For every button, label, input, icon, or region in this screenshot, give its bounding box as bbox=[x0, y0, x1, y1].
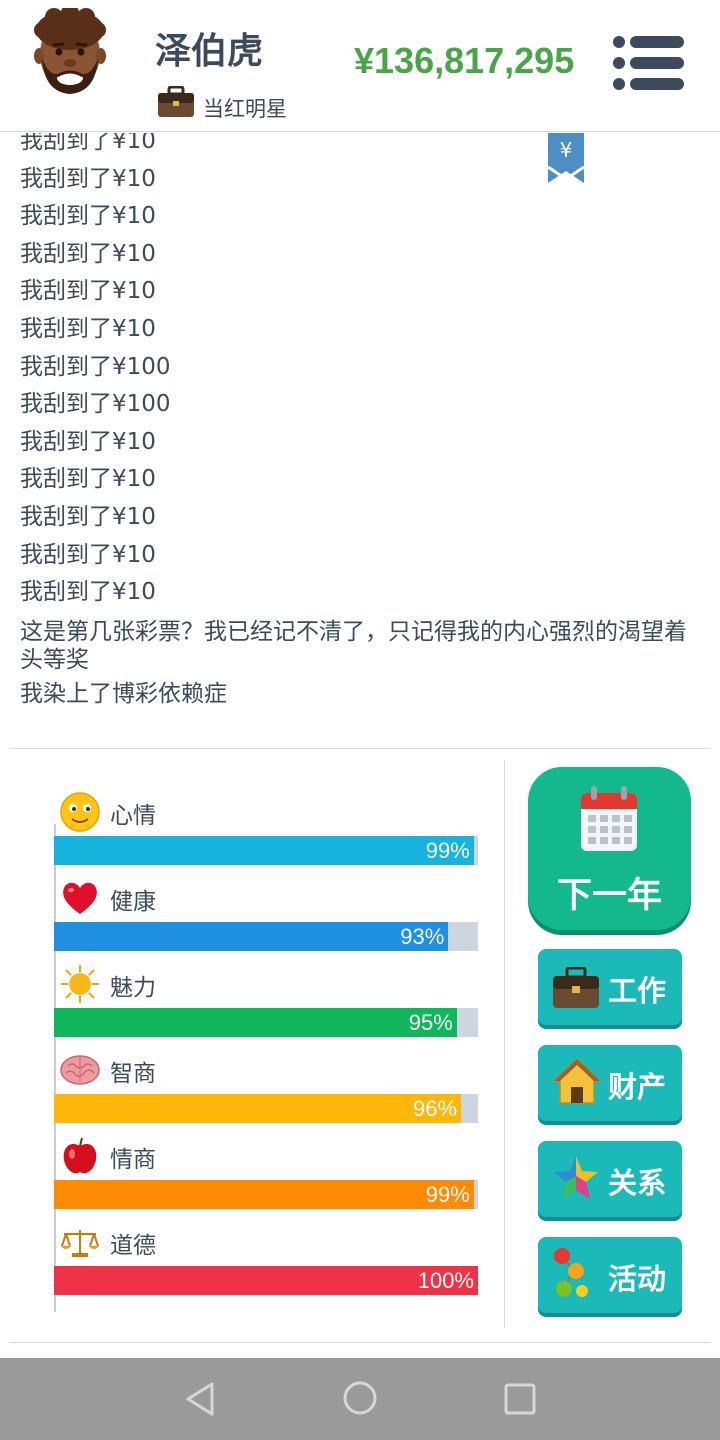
stat-bar-fill: 99% bbox=[54, 836, 474, 865]
briefcase-icon bbox=[553, 967, 599, 1008]
stat-value: 95% bbox=[408, 1010, 453, 1035]
column-divider bbox=[504, 760, 505, 1328]
assets-label: 财产 bbox=[608, 1070, 667, 1104]
stat-bar: 100% bbox=[54, 1266, 478, 1295]
apple-icon bbox=[63, 1137, 97, 1174]
stat-value: 99% bbox=[425, 1182, 470, 1207]
stat-bar-fill: 95% bbox=[54, 1008, 457, 1037]
stat-bar: 99% bbox=[54, 1180, 478, 1209]
log-entry: 我刮到了¥10 bbox=[20, 165, 156, 192]
stat-label: 健康 bbox=[110, 889, 156, 915]
stat-value: 100% bbox=[417, 1268, 474, 1293]
stat-charm: 魅力 95% bbox=[54, 952, 478, 1038]
stat-iq: 智商 96% bbox=[54, 1038, 478, 1124]
scales-icon bbox=[61, 1230, 99, 1257]
calendar-icon bbox=[581, 786, 637, 851]
stat-bar-fill: 100% bbox=[54, 1266, 478, 1295]
log-entry: 我刮到了¥100 bbox=[20, 353, 171, 380]
stat-value: 93% bbox=[400, 924, 445, 949]
section-divider bbox=[10, 1342, 710, 1343]
stat-bar-fill: 93% bbox=[54, 922, 449, 951]
smiley-icon bbox=[60, 792, 100, 832]
log-entry: 我刮到了¥10 bbox=[20, 278, 156, 305]
stat-label: 情商 bbox=[110, 1147, 156, 1173]
log-entry: 我刮到了¥10 bbox=[20, 133, 156, 154]
recent-apps-icon[interactable] bbox=[503, 1382, 537, 1416]
stat-bar: 96% bbox=[54, 1094, 478, 1123]
work-label: 工作 bbox=[608, 974, 667, 1008]
menu-list-icon[interactable] bbox=[610, 34, 686, 92]
event-log[interactable]: 我刮到了¥10 我刮到了¥10 我刮到了¥10 我刮到了¥10 我刮到了¥10 … bbox=[0, 133, 720, 713]
money-balance: ¥136,817,295 bbox=[354, 40, 575, 81]
svg-text:¥: ¥ bbox=[560, 138, 573, 162]
briefcase-icon bbox=[158, 86, 194, 117]
star-icon bbox=[554, 1156, 598, 1199]
next-year-label: 下一年 bbox=[556, 876, 662, 916]
job-title: 当红明星 bbox=[203, 97, 287, 121]
heart-icon bbox=[63, 882, 97, 914]
stat-morality: 道德 100% bbox=[54, 1210, 478, 1296]
stat-label: 道德 bbox=[110, 1233, 156, 1259]
activities-button[interactable]: 活动 bbox=[538, 1237, 682, 1313]
profile-header: 泽伯虎 当红明星 ¥136,817,295 bbox=[0, 0, 720, 132]
log-entry: 我刮到了¥10 bbox=[20, 541, 156, 568]
man-avatar-icon[interactable] bbox=[30, 8, 110, 98]
log-entry: 我刮到了¥100 bbox=[20, 391, 171, 418]
stat-label: 心情 bbox=[110, 803, 156, 829]
stat-label: 智商 bbox=[110, 1061, 156, 1087]
work-button[interactable]: 工作 bbox=[538, 949, 682, 1025]
log-entry-addiction: 我染上了博彩依赖症 bbox=[20, 680, 227, 707]
character-name: 泽伯虎 bbox=[155, 31, 264, 72]
activities-label: 活动 bbox=[608, 1262, 667, 1296]
stat-eq: 情商 99% bbox=[54, 1124, 478, 1210]
sun-icon bbox=[61, 965, 99, 1003]
system-nav-bar bbox=[0, 1358, 720, 1440]
next-year-button[interactable]: 下一年 bbox=[528, 767, 691, 930]
stat-bar: 99% bbox=[54, 836, 478, 865]
section-divider bbox=[10, 748, 710, 749]
stat-bar: 95% bbox=[54, 1008, 478, 1037]
app-screen: 泽伯虎 当红明星 ¥136,817,295 我刮到了¥10 我刮到了¥10 我刮… bbox=[0, 0, 720, 1440]
stat-mood: 心情 99% bbox=[54, 780, 478, 866]
log-entry: 我刮到了¥10 bbox=[20, 428, 156, 455]
stat-value: 99% bbox=[425, 838, 470, 863]
log-entry: 我刮到了¥10 bbox=[20, 579, 156, 606]
relations-button[interactable]: 关系 bbox=[538, 1141, 682, 1217]
event-log-content: 我刮到了¥10 我刮到了¥10 我刮到了¥10 我刮到了¥10 我刮到了¥10 … bbox=[20, 133, 700, 708]
relations-label: 关系 bbox=[608, 1166, 667, 1200]
brain-icon bbox=[60, 1055, 100, 1085]
stat-health: 健康 93% bbox=[54, 866, 478, 952]
log-entry: 我刮到了¥10 bbox=[20, 240, 156, 267]
stat-bar: 93% bbox=[54, 922, 478, 951]
log-entry-paragraph: 这是第几张彩票？我已经记不清了，只记得我的内心强烈的渴望着头等奖 bbox=[20, 618, 687, 673]
attribute-panel: 心情 99% 健康 93% 魅力 95% 智商 96% 情商 99% 道德 10… bbox=[0, 780, 500, 1320]
back-icon[interactable] bbox=[184, 1382, 216, 1416]
stat-bar-fill: 99% bbox=[54, 1180, 474, 1209]
house-icon bbox=[552, 1057, 602, 1104]
assets-button[interactable]: 财产 bbox=[538, 1045, 682, 1121]
log-entry: 我刮到了¥10 bbox=[20, 315, 156, 342]
stat-bar-fill: 96% bbox=[54, 1094, 462, 1123]
stat-value: 96% bbox=[412, 1096, 458, 1121]
yen-bookmark-icon[interactable]: ¥ bbox=[547, 133, 585, 185]
log-entry: 我刮到了¥10 bbox=[20, 503, 156, 530]
home-icon[interactable] bbox=[342, 1380, 378, 1416]
log-entry: 我刮到了¥10 bbox=[20, 466, 156, 493]
activity-dots-icon bbox=[554, 1248, 588, 1297]
stat-label: 魅力 bbox=[110, 975, 156, 1001]
log-entry: 我刮到了¥10 bbox=[20, 203, 156, 230]
